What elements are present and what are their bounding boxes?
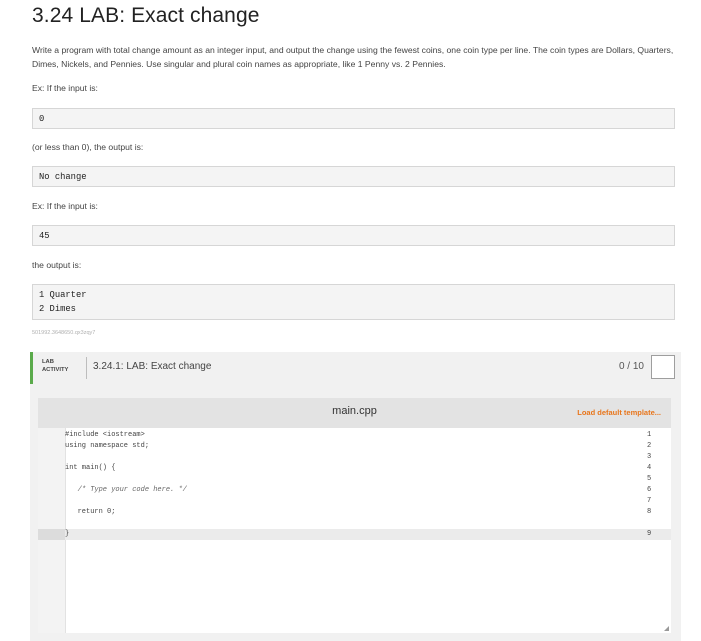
code-line-comment: /* Type your code here. */ [65,486,187,494]
line-number: 4 [647,464,652,472]
line-number: 2 [647,442,652,450]
lab-activity-tag: LAB ACTIVITY [42,358,68,374]
line-number: 5 [647,475,652,483]
line-number: 1 [647,431,652,439]
lab-activity-title: 3.24.1: LAB: Exact change [93,361,212,372]
example-1-mid: (or less than 0), the output is: [32,142,144,152]
resize-handle-icon[interactable] [664,626,669,631]
line-number: 9 [647,530,652,538]
lab-activity-header: LAB ACTIVITY 3.24.1: LAB: Exact change 0… [30,352,681,384]
score-text: 0 / 10 [618,361,644,372]
editor-header: main.cpp Load default template... [38,398,671,428]
example-1-output: No change [39,172,87,182]
active-line-gutter [38,529,65,540]
example-1-intro: Ex: If the input is: [32,83,98,93]
file-name: main.cpp [332,405,377,417]
example-2-input-box: 45 [32,225,675,246]
line-number: 8 [647,508,652,516]
code-editor[interactable]: 1 2 3 4 5 6 7 8 9 #include <iostream> us… [38,428,671,633]
code-line: int main() { [65,464,116,472]
code-line: } [65,530,70,538]
example-2-output-line-1: 1 Quarter [39,290,87,300]
problem-description: Write a program with total change amount… [32,45,674,69]
load-default-template-button[interactable]: Load default template... [577,408,661,417]
example-2-output-box: 1 Quarter 2 Dimes [32,284,675,320]
example-2-mid: the output is: [32,260,82,270]
activity-uid: 501992.3648650.qx3zqy7 [32,330,96,336]
example-2-intro: Ex: If the input is: [32,201,98,211]
example-1-input-box: 0 [32,108,675,129]
example-2-input: 45 [39,231,50,241]
header-divider [86,357,87,379]
line-number: 6 [647,486,652,494]
lab-tag-line-1: LAB [42,359,54,365]
line-number: 3 [647,453,652,461]
example-1-output-box: No change [32,166,675,187]
lab-tag-line-2: ACTIVITY [42,367,69,373]
active-line-highlight [65,529,671,540]
lab-panel: main.cpp Load default template... 1 2 3 … [30,384,681,641]
line-number: 7 [647,497,652,505]
score-checkbox-icon [651,355,675,379]
example-1-input: 0 [39,114,45,124]
page-title: 3.24 LAB: Exact change [32,4,260,27]
example-2-output-line-2: 2 Dimes [39,304,76,314]
code-line: using namespace std; [65,442,150,450]
code-line: #include <iostream> [65,431,145,439]
code-line: return 0; [65,508,116,516]
